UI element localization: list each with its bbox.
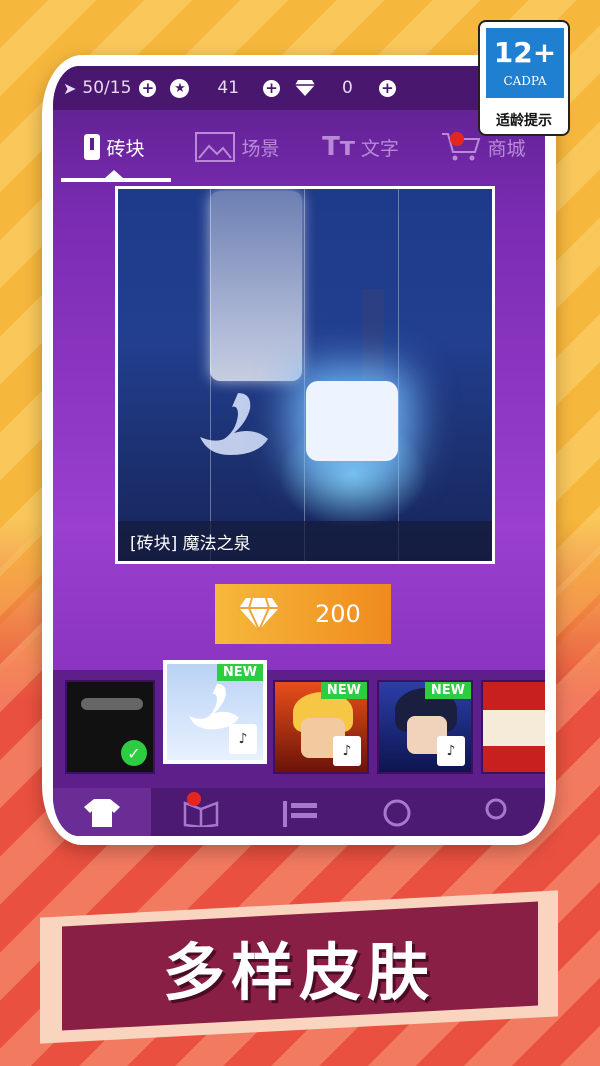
category-tabs: 砖块 场景 Tт 文字 商城	[53, 124, 545, 170]
skin-preview: [砖块] 魔法之泉	[115, 186, 495, 564]
nav-profile[interactable]	[447, 788, 545, 836]
skin-item-gift[interactable]	[481, 680, 545, 774]
nav-skins[interactable]	[53, 788, 152, 836]
diamond-icon	[239, 597, 279, 632]
promo-banner: 多样皮肤	[40, 890, 558, 1044]
skin-item-default[interactable]: ✓	[65, 680, 155, 774]
add-coins-button[interactable]: +	[263, 79, 281, 97]
banner-title: 多样皮肤	[162, 936, 435, 1009]
gift-ribbon	[483, 710, 545, 746]
tab-text[interactable]: Tт 文字	[299, 124, 422, 170]
check-icon: ✓	[121, 740, 147, 766]
new-badge: NEW	[320, 682, 367, 699]
coin-counter: ★ 41 +	[170, 78, 281, 98]
age-tip-label: 适龄提示	[496, 113, 552, 129]
new-badge: NEW	[424, 682, 471, 699]
app-screen: ➤ 50/15 + ★ 41 + 0 + 砖块 场景 Tт 文字 商城 [砖块]…	[53, 66, 545, 836]
active-tab-caret	[105, 170, 123, 178]
search-icon	[383, 799, 411, 827]
shirt-icon	[84, 799, 121, 827]
buy-button[interactable]: 200	[215, 584, 391, 644]
energy-counter: ➤ 50/15 +	[63, 78, 157, 98]
music-list-icon	[283, 801, 318, 827]
add-gems-button[interactable]: +	[378, 79, 396, 97]
text-icon: Tт	[322, 132, 355, 162]
nav-library[interactable]	[151, 788, 249, 836]
falling-tile	[210, 191, 302, 381]
skin-item-swan[interactable]: NEW ♪	[163, 660, 267, 764]
notification-dot	[450, 132, 464, 146]
tab-tiles[interactable]: 砖块	[53, 124, 176, 170]
tile-icon	[84, 134, 101, 160]
profile-icon	[485, 798, 507, 820]
tile-preview	[81, 698, 143, 710]
image-icon	[195, 132, 236, 162]
swan-icon	[200, 393, 268, 455]
nav-search[interactable]	[348, 788, 446, 836]
lightning-icon: ➤	[63, 78, 77, 98]
skin-item-naruto[interactable]: NEW ♪	[273, 680, 369, 774]
preview-caption: [砖块] 魔法之泉	[118, 521, 492, 561]
bottom-navigation	[53, 788, 545, 836]
add-energy-button[interactable]: +	[139, 79, 157, 97]
age-rating-badge: 12+ CADPA 适龄提示	[478, 20, 570, 136]
rating-org: CADPA	[503, 74, 547, 88]
tower-scenery	[362, 289, 384, 379]
lock-icon: ♪	[333, 736, 361, 766]
diamond-icon	[295, 80, 316, 96]
status-bar: ➤ 50/15 + ★ 41 + 0 +	[53, 66, 545, 110]
lock-icon: ♪	[229, 724, 257, 754]
skin-item-sasuke[interactable]: NEW ♪	[377, 680, 473, 774]
nav-songs[interactable]	[250, 788, 348, 836]
lock-icon: ♪	[437, 736, 465, 766]
gem-counter: 0 +	[294, 78, 396, 98]
new-badge: NEW	[216, 664, 263, 681]
pressed-tile	[306, 381, 398, 461]
star-icon: ★	[170, 78, 190, 98]
active-tab-underline	[61, 178, 171, 182]
tab-scenes[interactable]: 场景	[176, 124, 299, 170]
